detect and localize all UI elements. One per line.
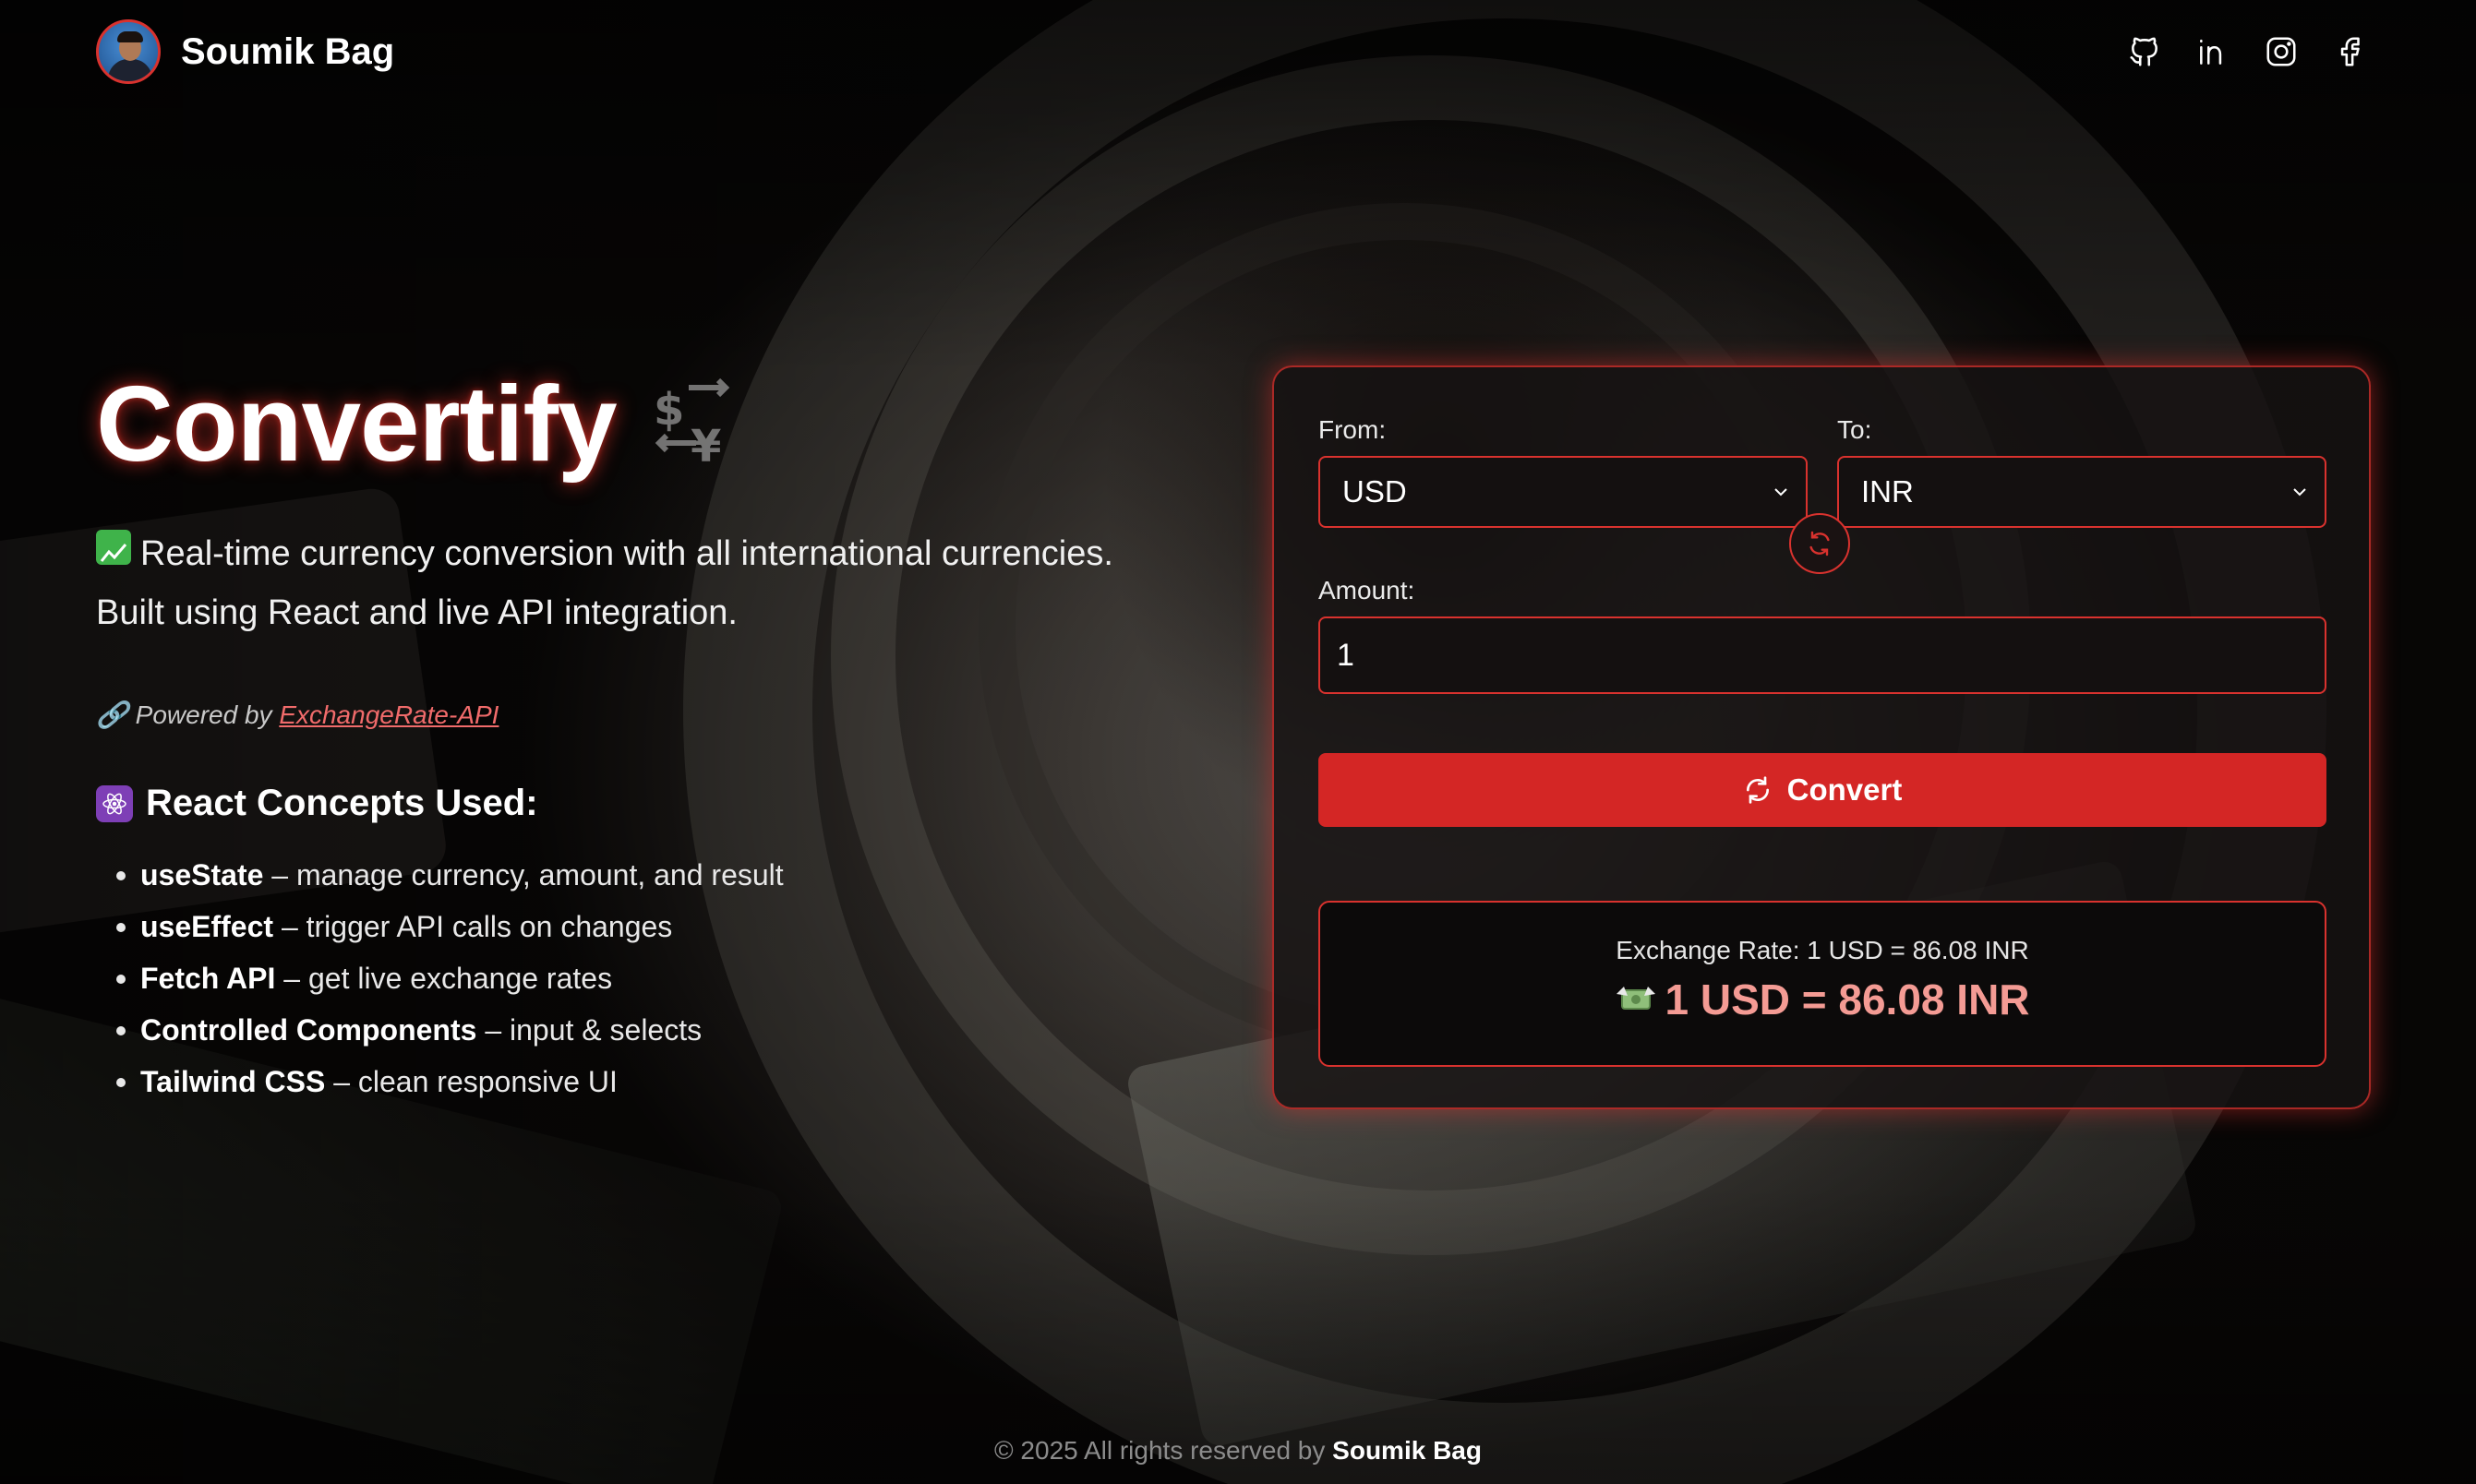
from-currency-value: USD xyxy=(1342,474,1407,509)
powered-prefix: Powered by xyxy=(135,700,272,729)
hero-description: Real-time currency conversion with all i… xyxy=(96,524,1204,642)
instagram-icon[interactable] xyxy=(2264,34,2299,69)
concepts-title: React Concepts Used: xyxy=(146,783,538,823)
money-with-wings-icon xyxy=(1617,987,1656,1010)
result-panel: Exchange Rate: 1 USD = 86.08 INR 1 USD =… xyxy=(1318,901,2326,1067)
convert-button[interactable]: Convert xyxy=(1318,753,2326,827)
swap-currencies-button[interactable] xyxy=(1789,513,1850,574)
description-line-1: Real-time currency conversion with all i… xyxy=(140,534,1113,573)
chevron-down-icon xyxy=(2293,488,2306,497)
list-item: Fetch API – get live exchange rates xyxy=(116,952,784,1004)
footer-text: © 2025 All rights reserved by xyxy=(994,1436,1326,1465)
to-label: To: xyxy=(1837,415,1872,444)
to-currency-select[interactable]: INR xyxy=(1837,456,2326,528)
brand-name: Soumik Bag xyxy=(181,30,395,72)
exchange-rate-text: Exchange Rate: 1 USD = 86.08 INR xyxy=(1616,936,2029,964)
chart-emoji-icon xyxy=(96,530,131,565)
list-item: Tailwind CSS – clean responsive UI xyxy=(116,1056,784,1107)
atom-icon xyxy=(96,784,133,822)
footer-name: Soumik Bag xyxy=(1332,1436,1482,1465)
footer: © 2025 All rights reserved by Soumik Bag xyxy=(0,1436,2476,1466)
convert-label: Convert xyxy=(1786,772,1903,807)
from-label: From: xyxy=(1318,415,1387,444)
refresh-icon xyxy=(1746,776,1769,804)
brand[interactable]: Soumik Bag xyxy=(96,19,394,84)
chevron-down-icon xyxy=(1774,488,1787,497)
swap-icon xyxy=(1809,531,1830,556)
amount-input[interactable]: 1 xyxy=(1318,616,2326,694)
list-item: useState – manage currency, amount, and … xyxy=(116,849,784,901)
list-item: useEffect – trigger API calls on changes xyxy=(116,901,784,952)
to-currency-value: INR xyxy=(1861,474,1914,509)
result-text: 1 USD = 86.08 INR xyxy=(1665,975,2030,1023)
currency-exchange-icon: $ ¥ xyxy=(654,378,729,469)
description-line-2: Built using React and live API integrati… xyxy=(96,593,738,632)
hero-title: Convertify $ ¥ xyxy=(96,362,735,485)
list-item: Controlled Components – input & selects xyxy=(116,1004,784,1056)
header: Soumik Bag xyxy=(96,18,2367,85)
concepts-list: useState – manage currency, amount, and … xyxy=(116,849,784,1107)
github-icon[interactable] xyxy=(2127,34,2162,69)
social-links xyxy=(2127,34,2367,69)
linkedin-icon[interactable] xyxy=(2195,34,2230,69)
conversion-result: 1 USD = 86.08 INR xyxy=(1320,975,2325,1024)
facebook-icon[interactable] xyxy=(2332,34,2367,69)
avatar xyxy=(96,19,161,84)
app-title: Convertify xyxy=(96,364,618,484)
concepts-heading: React Concepts Used: xyxy=(96,783,538,824)
svg-text:$: $ xyxy=(654,384,684,436)
converter-card: From: USD To: INR Amount: 1 Convert Exch… xyxy=(1272,365,2371,1109)
powered-by: 🔗 Powered by ExchangeRate-API xyxy=(96,700,499,730)
link-icon: 🔗 xyxy=(96,700,128,729)
from-currency-select[interactable]: USD xyxy=(1318,456,1808,528)
amount-label: Amount: xyxy=(1318,576,1415,604)
exchangerate-api-link[interactable]: ExchangeRate-API xyxy=(279,700,499,729)
